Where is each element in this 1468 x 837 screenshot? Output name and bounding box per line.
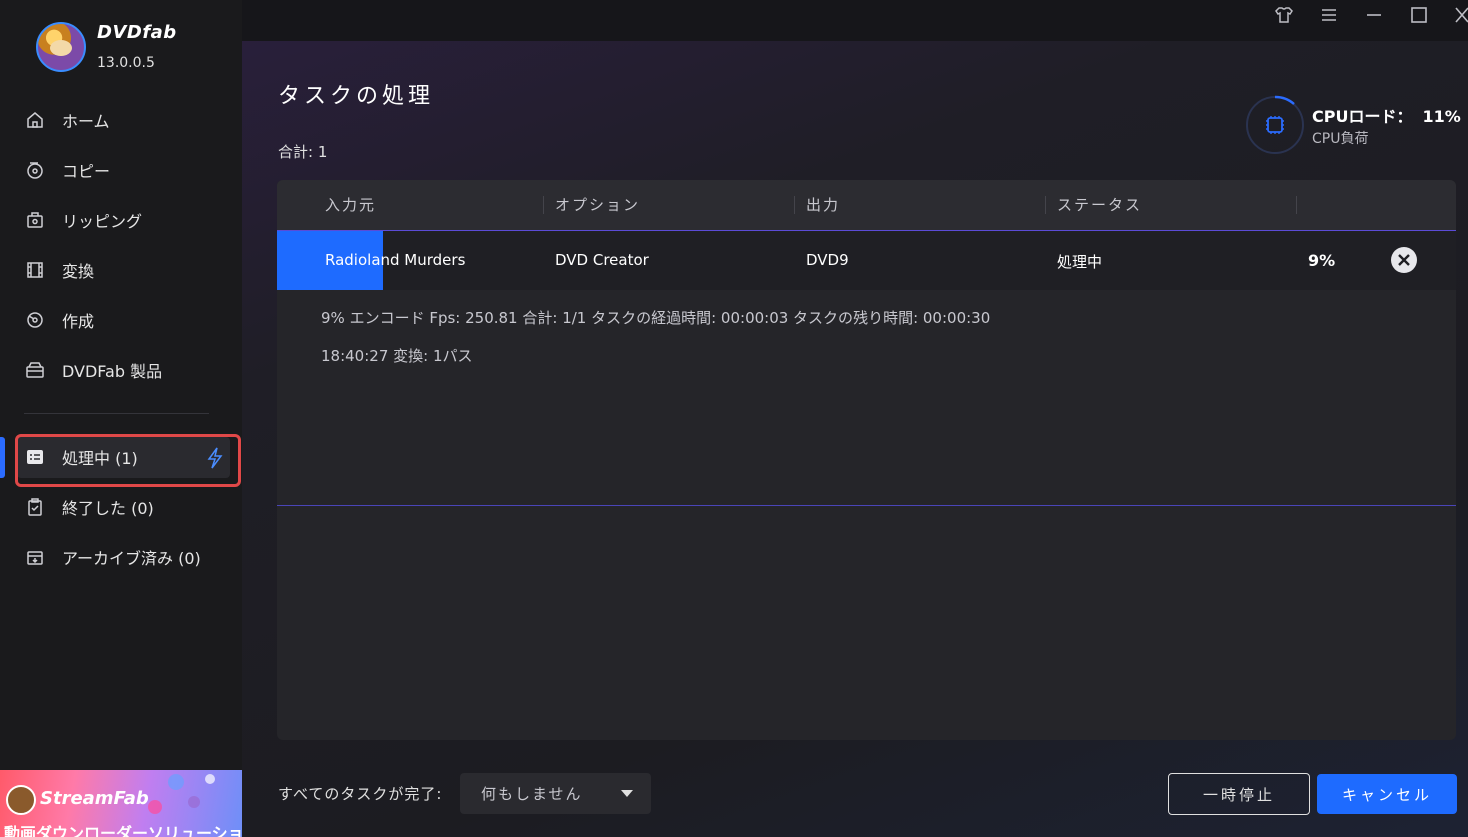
column-separator xyxy=(1045,196,1046,214)
task-total: 合計: 1 xyxy=(278,143,328,161)
create-disc-icon xyxy=(24,309,46,331)
task-detail-line: 18:40:27 変換: 1パス xyxy=(321,347,473,365)
app-version: 13.0.0.5 xyxy=(97,55,155,71)
lightning-icon[interactable] xyxy=(206,447,224,469)
home-icon xyxy=(24,109,46,131)
sidebar-item-create[interactable]: 作成 xyxy=(24,302,224,338)
column-header-output: 出力 xyxy=(806,196,841,214)
active-indicator xyxy=(0,437,5,478)
cpu-label-text: CPUロード： xyxy=(1312,107,1413,126)
sidebar-item-label: DVDFab 製品 xyxy=(62,362,163,381)
task-output: DVD9 xyxy=(806,251,849,269)
column-header-source: 入力元 xyxy=(325,196,377,214)
chevron-down-icon xyxy=(621,790,633,797)
sidebar-divider xyxy=(24,413,209,414)
archive-icon xyxy=(24,546,46,568)
task-source: Radioland Murders xyxy=(325,251,466,269)
cpu-load-value: 11% xyxy=(1422,107,1461,126)
table-header xyxy=(277,180,1456,230)
pause-button[interactable]: 一時停止 xyxy=(1168,773,1310,815)
brand-name: DVDfab xyxy=(97,22,177,43)
copy-disc-icon xyxy=(24,159,46,181)
sidebar-item-label: ホーム xyxy=(62,112,110,131)
sidebar-item-label: コピー xyxy=(62,162,111,181)
clipboard-check-icon xyxy=(24,496,46,518)
maximize-icon[interactable] xyxy=(1408,4,1430,26)
after-all-tasks-label: すべてのタスクが完了: xyxy=(278,785,443,803)
sidebar-item-processing[interactable]: 処理中 (1) xyxy=(24,439,224,475)
cpu-load-label: CPUロード： 11% xyxy=(1312,103,1461,127)
close-icon xyxy=(1398,254,1410,266)
minimize-icon[interactable] xyxy=(1363,4,1385,26)
sidebar-item-label: 処理中 (1) xyxy=(62,449,138,468)
ripping-icon xyxy=(24,209,46,231)
streamfab-logo xyxy=(6,785,36,815)
film-icon xyxy=(24,259,46,281)
sidebar-item-products[interactable]: DVDFab 製品 xyxy=(24,352,224,388)
promo-brand: StreamFab xyxy=(40,788,149,809)
after-all-tasks-value: 何もしません xyxy=(481,785,583,803)
close-window-icon[interactable] xyxy=(1446,4,1468,26)
task-option: DVD Creator xyxy=(555,251,649,269)
sidebar-item-ripping[interactable]: リッピング xyxy=(24,202,224,238)
cpu-load-gauge xyxy=(1246,95,1304,154)
cancel-button[interactable]: キャンセル xyxy=(1317,774,1457,814)
sidebar-item-label: 終了した (0) xyxy=(62,499,154,518)
task-detail-line: 9% エンコード Fps: 250.81 合計: 1/1 タスクの経過時間: 0… xyxy=(321,309,991,327)
column-separator xyxy=(543,196,544,214)
cpu-load-sublabel: CPU負荷 xyxy=(1312,131,1369,147)
sidebar-item-label: 変換 xyxy=(62,262,95,281)
task-progress-percent: 9% xyxy=(1308,251,1336,270)
streamfab-promo-banner[interactable]: StreamFab 動画ダウンローダーソリューション xyxy=(0,770,242,837)
sidebar-item-label: アーカイブ済み (0) xyxy=(62,549,201,568)
column-separator xyxy=(794,196,795,214)
sidebar-item-convert[interactable]: 変換 xyxy=(24,252,224,288)
remove-task-button[interactable] xyxy=(1391,247,1417,273)
menu-icon[interactable] xyxy=(1318,4,1340,26)
page-title: タスクの処理 xyxy=(278,84,435,109)
dvdfab-logo xyxy=(36,22,86,72)
sidebar-item-home[interactable]: ホーム xyxy=(24,102,224,138)
task-status: 処理中 xyxy=(1057,253,1103,271)
sidebar-item-finished[interactable]: 終了した (0) xyxy=(24,489,224,525)
processing-list-icon xyxy=(24,446,46,468)
products-icon xyxy=(24,359,46,381)
sidebar-item-label: リッピング xyxy=(62,212,143,231)
column-separator xyxy=(1296,196,1297,214)
skin-shirt-icon[interactable] xyxy=(1273,4,1295,26)
sidebar-item-copy[interactable]: コピー xyxy=(24,152,224,188)
sidebar-item-label: 作成 xyxy=(62,312,95,331)
sidebar-item-archived[interactable]: アーカイブ済み (0) xyxy=(24,539,224,575)
promo-subtitle: 動画ダウンローダーソリューション xyxy=(4,824,242,837)
column-header-status: ステータス xyxy=(1057,196,1143,214)
column-header-option: オプション xyxy=(555,196,641,214)
